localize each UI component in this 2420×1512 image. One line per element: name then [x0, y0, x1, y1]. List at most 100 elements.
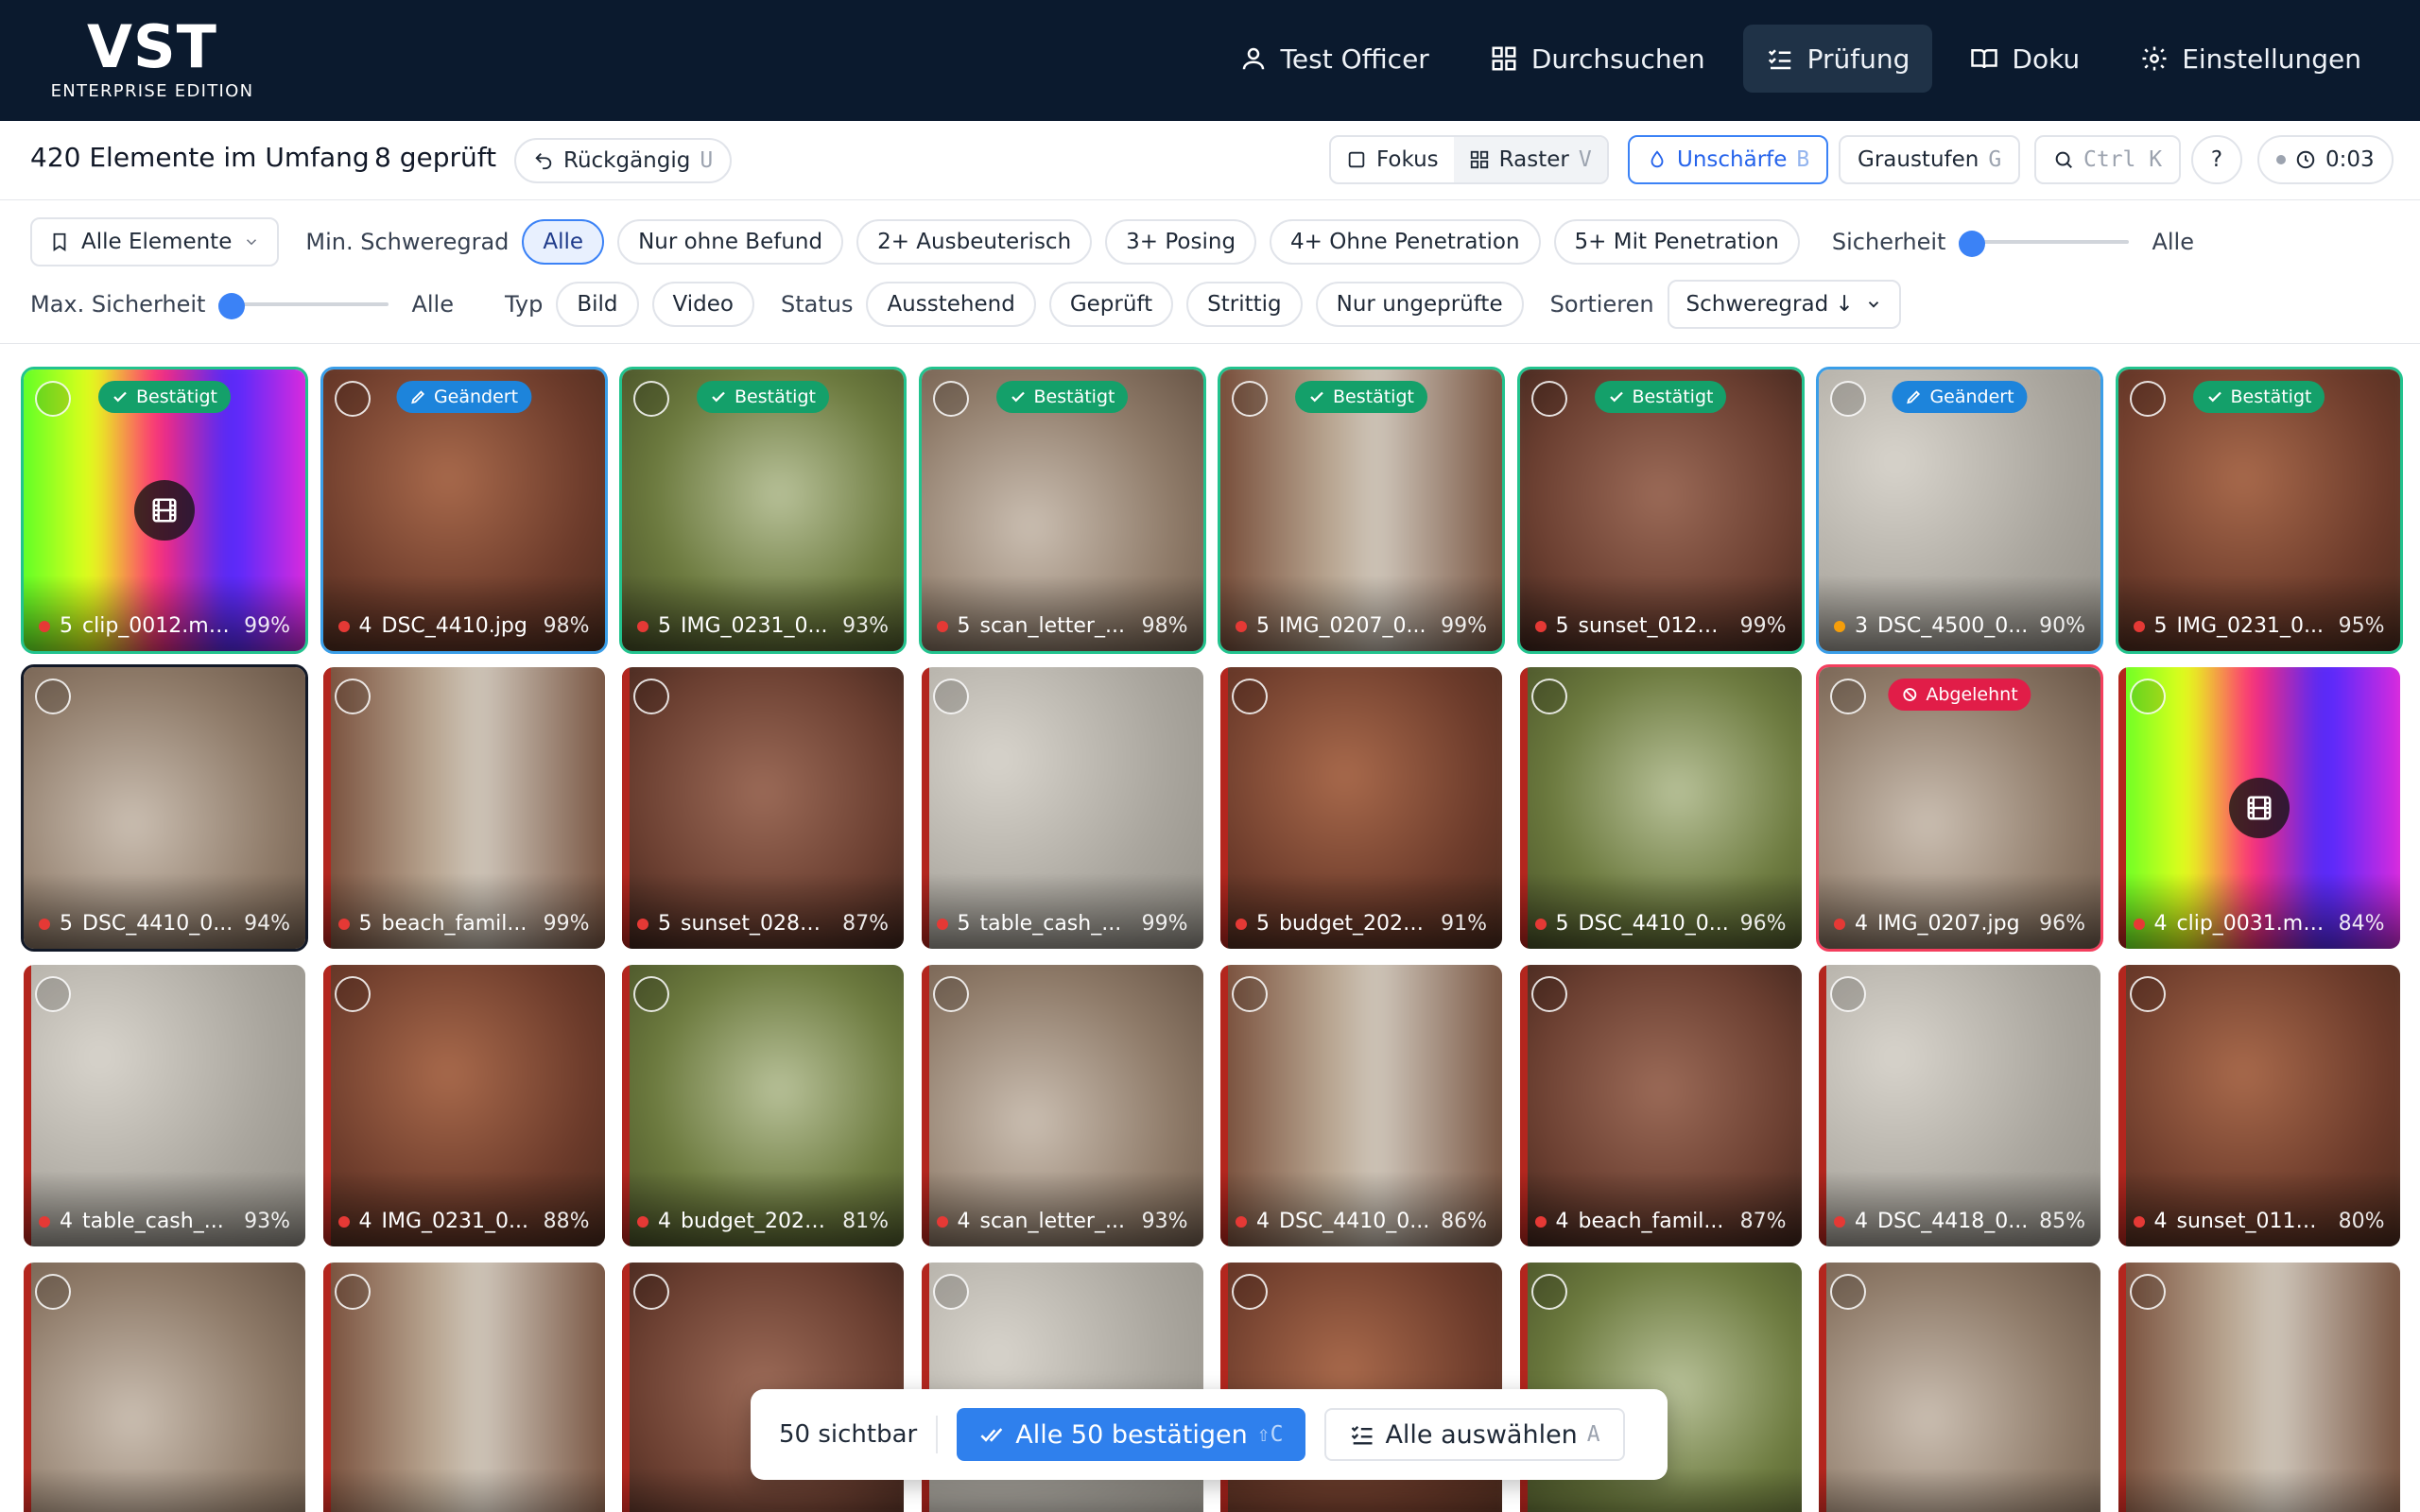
undo-label: Rückgängig	[563, 148, 691, 173]
select-checkbox[interactable]	[35, 381, 71, 417]
severity-chip-5[interactable]: 5+ Mit Penetration	[1553, 219, 1800, 265]
select-checkbox[interactable]	[334, 679, 371, 714]
blur-toggle-button[interactable]: Unschärfe B	[1628, 135, 1829, 184]
select-checkbox[interactable]	[932, 1274, 969, 1310]
select-checkbox[interactable]	[35, 1274, 71, 1310]
grid-view-button[interactable]: Raster V	[1453, 137, 1607, 182]
select-checkbox[interactable]	[1830, 1274, 1866, 1310]
slider-thumb[interactable]	[1959, 231, 1986, 257]
max-confidence-slider[interactable]	[218, 293, 389, 319]
card-caption: 4 clip_0031.mp4 84%	[2133, 912, 2385, 936]
nav-doku[interactable]: Doku	[1947, 25, 2102, 93]
select-checkbox[interactable]	[1530, 381, 1567, 417]
select-checkbox[interactable]	[1830, 679, 1866, 714]
type-chip-image[interactable]: Bild	[556, 282, 639, 327]
select-checkbox[interactable]	[1232, 1274, 1268, 1310]
status-chip-reviewed[interactable]: Geprüft	[1048, 282, 1174, 327]
nav-pruefung[interactable]: Prüfung	[1742, 25, 1933, 93]
focus-view-button[interactable]: Fokus	[1331, 137, 1454, 182]
card-caption: 4 IMG_0207.jpg 96%	[1834, 912, 2085, 936]
media-card[interactable]: Bestätigt 5 IMG_0207_0... 99%	[1218, 367, 1505, 654]
select-checkbox[interactable]	[2129, 1274, 2166, 1310]
media-card[interactable]: 5 beach_famil... 99%	[320, 664, 608, 952]
select-checkbox[interactable]	[334, 976, 371, 1012]
grayscale-toggle-button[interactable]: Graustufen G	[1839, 135, 2021, 184]
severity-chip-3[interactable]: 3+ Posing	[1105, 219, 1257, 265]
media-card[interactable]: Abgelehnt 4 IMG_0207.jpg 96%	[1816, 664, 2103, 952]
media-card[interactable]	[320, 1260, 608, 1512]
select-checkbox[interactable]	[35, 976, 71, 1012]
select-checkbox[interactable]	[1530, 976, 1567, 1012]
media-card[interactable]: 4 IMG_0231_0... 88%	[320, 962, 608, 1249]
confidence-slider[interactable]	[1959, 231, 2130, 257]
confirm-all-button[interactable]: Alle 50 bestätigen ⇧C	[957, 1408, 1306, 1461]
media-card[interactable]	[2116, 1260, 2403, 1512]
media-card[interactable]	[21, 1260, 308, 1512]
app-logo[interactable]: VST ENTERPRISE EDITION	[43, 13, 261, 102]
severity-chip-2[interactable]: 2+ Ausbeuterisch	[856, 219, 1093, 265]
select-checkbox[interactable]	[334, 1274, 371, 1310]
status-chip-unreviewed[interactable]: Nur ungeprüfte	[1315, 282, 1524, 327]
select-all-button[interactable]: Alle auswählen A	[1324, 1408, 1625, 1461]
media-card[interactable]: Geändert 4 DSC_4410.jpg 98%	[320, 367, 608, 654]
search-button[interactable]: Ctrl K	[2034, 135, 2182, 184]
select-checkbox[interactable]	[1830, 976, 1866, 1012]
media-card[interactable]: 4 scan_letter_... 93%	[919, 962, 1206, 1249]
select-checkbox[interactable]	[1232, 679, 1268, 714]
select-checkbox[interactable]	[2129, 976, 2166, 1012]
severity-chip-4[interactable]: 4+ Ohne Penetration	[1270, 219, 1541, 265]
nav-test-officer[interactable]: Test Officer	[1217, 25, 1452, 93]
media-card[interactable]: 5 sunset_0281.... 87%	[619, 664, 907, 952]
main-nav: Test Officer Durchsuchen Prüfung Doku Ei…	[1217, 25, 2384, 93]
media-card[interactable]: Bestätigt 5 scan_letter_... 98%	[918, 367, 1206, 654]
select-checkbox[interactable]	[932, 381, 969, 417]
media-card[interactable]: 4 beach_famil... 87%	[1517, 962, 1805, 1249]
media-card[interactable]: Bestätigt 5 IMG_0231_0... 95%	[2115, 367, 2403, 654]
select-checkbox[interactable]	[1232, 381, 1268, 417]
severity-chip-all[interactable]: Alle	[522, 219, 605, 265]
focus-label: Fokus	[1376, 147, 1439, 172]
status-chip-disputed[interactable]: Strittig	[1186, 282, 1303, 327]
media-card[interactable]	[1816, 1260, 2103, 1512]
sort-dropdown[interactable]: Schweregrad ↓	[1667, 280, 1901, 329]
select-checkbox[interactable]	[633, 1274, 669, 1310]
media-card[interactable]: 5 budget_2025... 91%	[1218, 664, 1505, 952]
help-button[interactable]: ?	[2191, 135, 2242, 184]
select-checkbox[interactable]	[1530, 1274, 1567, 1310]
type-chip-video[interactable]: Video	[651, 282, 754, 327]
nav-einstellungen[interactable]: Einstellungen	[2118, 25, 2384, 93]
media-card[interactable]: Geändert 3 DSC_4500_0... 90%	[1816, 367, 2103, 654]
select-checkbox[interactable]	[1830, 381, 1866, 417]
select-checkbox[interactable]	[932, 976, 969, 1012]
severity-chip-none[interactable]: Nur ohne Befund	[617, 219, 844, 265]
all-items-dropdown[interactable]: Alle Elemente	[30, 217, 280, 266]
media-card[interactable]: 4 sunset_0116.... 80%	[2116, 962, 2403, 1249]
media-card[interactable]: 4 DSC_4410_0... 86%	[1218, 962, 1505, 1249]
media-card[interactable]: 5 DSC_4410_0... 96%	[1517, 664, 1805, 952]
checklist-icon	[1768, 49, 1790, 70]
media-card[interactable]: 4 budget_2025... 81%	[619, 962, 907, 1249]
select-checkbox[interactable]	[633, 976, 669, 1012]
media-card[interactable]: 4 clip_0031.mp4 84%	[2116, 664, 2403, 952]
select-checkbox[interactable]	[1530, 679, 1567, 714]
nav-durchsuchen[interactable]: Durchsuchen	[1467, 25, 1728, 93]
status-chip-pending[interactable]: Ausstehend	[866, 282, 1036, 327]
media-card[interactable]: Bestätigt 5 sunset_0127.... 99%	[1516, 367, 1805, 654]
select-checkbox[interactable]	[633, 381, 669, 417]
select-checkbox[interactable]	[334, 381, 371, 417]
severity-dot	[1534, 918, 1547, 930]
media-card[interactable]: 5 table_cash_... 99%	[919, 664, 1206, 952]
select-checkbox[interactable]	[2129, 679, 2166, 714]
media-card[interactable]: 4 DSC_4418_0... 85%	[1816, 962, 2103, 1249]
media-card[interactable]: Bestätigt 5 clip_0012.mp4 99%	[21, 367, 308, 654]
media-card[interactable]: 5 DSC_4410_0... 94%	[21, 664, 308, 952]
select-checkbox[interactable]	[35, 679, 71, 714]
slider-thumb[interactable]	[218, 293, 246, 319]
undo-button[interactable]: Rückgängig U	[514, 138, 733, 183]
select-checkbox[interactable]	[932, 679, 969, 714]
select-checkbox[interactable]	[633, 679, 669, 714]
media-card[interactable]: Bestätigt 5 IMG_0231_0... 93%	[619, 367, 907, 654]
select-checkbox[interactable]	[1232, 976, 1268, 1012]
select-checkbox[interactable]	[2129, 381, 2166, 417]
media-card[interactable]: 4 table_cash_... 93%	[21, 962, 308, 1249]
